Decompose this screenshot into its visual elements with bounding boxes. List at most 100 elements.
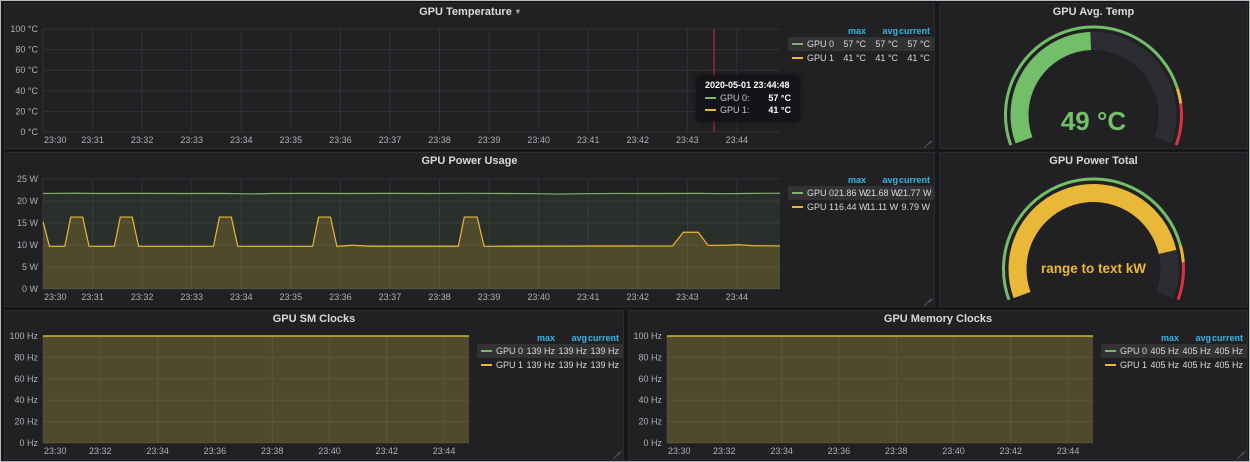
x-axis-tick-label: 23:38 (885, 446, 908, 456)
series-fill-GPU 1 (667, 336, 1093, 443)
x-axis-tick-label: 23:34 (770, 446, 793, 456)
legend-header-row: maxavgcurrent (788, 25, 934, 37)
legend-sort-header[interactable]: avg (1179, 333, 1211, 343)
gauge-threshold-ring (1176, 104, 1181, 146)
legend-series-value: 139 Hz (587, 346, 619, 356)
legend-sort-header[interactable]: avg (866, 26, 898, 36)
legend-series-value: 405 Hz (1179, 360, 1211, 370)
legend-series-name[interactable]: GPU 0 (1120, 346, 1147, 356)
series-color-dash (1105, 350, 1116, 352)
tooltip-row: GPU 1: 41 °C (705, 104, 791, 116)
x-axis-tick-label: 23:38 (428, 135, 451, 145)
y-axis-tick-label: 60 Hz (638, 374, 662, 384)
legend-sort-header[interactable]: avg (555, 333, 587, 343)
y-axis-tick-label: 10 W (17, 240, 39, 250)
gpu-temperature-chart[interactable]: 100 °C80 °C60 °C40 °C20 °C0 °C23:3023:31… (5, 20, 788, 148)
panel-title-gpu-power-total[interactable]: GPU Power Total (940, 153, 1247, 169)
panel-resize-handle[interactable] (613, 449, 621, 457)
tooltip-series-name: GPU 0: (720, 93, 750, 103)
panel-title-gpu-memory-clocks[interactable]: GPU Memory Clocks (629, 311, 1247, 327)
y-axis-tick-label: 20 Hz (14, 417, 38, 427)
legend-series-row[interactable]: GPU 1139 Hz139 Hz139 Hz (477, 358, 623, 372)
legend-series-name[interactable]: GPU 1 (1120, 360, 1147, 370)
x-axis-tick-label: 23:30 (44, 292, 67, 302)
legend-series-name[interactable]: GPU 0 (807, 188, 834, 198)
x-axis-tick-label: 23:32 (89, 446, 112, 456)
legend-series-name[interactable]: GPU 0 (807, 39, 834, 49)
panel-title-gpu-temperature[interactable]: GPU Temperature▾ (5, 4, 934, 20)
legend-sort-header[interactable]: current (1211, 333, 1243, 343)
panel-gpu-avg-temp: GPU Avg. Temp 49 °C (939, 3, 1248, 149)
legend-series-row[interactable]: GPU 0139 Hz139 Hz139 Hz (477, 344, 623, 358)
panel-resize-handle[interactable] (924, 138, 932, 146)
y-axis-tick-label: 5 W (22, 262, 39, 272)
x-axis-tick-label: 23:44 (1057, 446, 1080, 456)
legend-series-value: 139 Hz (523, 360, 555, 370)
legend-series-value: 57 °C (866, 39, 898, 49)
y-axis-tick-label: 25 W (17, 174, 39, 184)
panel-title-text: GPU Power Usage (422, 155, 518, 167)
y-axis-tick-label: 20 °C (15, 106, 38, 116)
legend-series-value: 16.44 W (834, 202, 866, 212)
legend-series-row[interactable]: GPU 141 °C41 °C41 °C (788, 51, 934, 65)
legend-series-value: 21.77 W (898, 188, 930, 198)
series-fill-GPU 1 (43, 336, 469, 443)
legend-series-row[interactable]: GPU 057 °C57 °C57 °C (788, 37, 934, 51)
y-axis-tick-label: 100 °C (10, 24, 38, 34)
legend-sort-header[interactable]: current (898, 175, 930, 185)
panel-gpu-sm-clocks: GPU SM Clocks 100 Hz80 Hz60 Hz40 Hz20 Hz… (4, 310, 624, 460)
panel-title-gpu-avg-temp[interactable]: GPU Avg. Temp (940, 4, 1247, 20)
legend-series-name[interactable]: GPU 0 (496, 346, 523, 356)
y-axis-tick-label: 0 Hz (19, 438, 38, 448)
series-color-dash (792, 206, 803, 208)
y-axis-tick-label: 20 W (17, 196, 39, 206)
legend-series-name[interactable]: GPU 1 (807, 53, 834, 63)
legend-sort-header[interactable]: max (834, 175, 866, 185)
legend-series-value: 405 Hz (1179, 346, 1211, 356)
panel-title-gpu-power-usage[interactable]: GPU Power Usage (5, 153, 934, 169)
legend-series-value: 11.11 W (866, 202, 898, 212)
x-axis-tick-label: 23:38 (261, 446, 284, 456)
tooltip-series-name: GPU 1: (720, 105, 750, 115)
y-axis-tick-label: 0 Hz (643, 438, 662, 448)
legend-series-value: 139 Hz (555, 360, 587, 370)
panel-title-text: GPU Memory Clocks (884, 313, 992, 325)
grafana-dashboard: GPU Temperature▾ 100 °C80 °C60 °C40 °C20… (0, 0, 1250, 462)
x-axis-tick-label: 23:33 (180, 292, 203, 302)
legend-sort-header[interactable]: avg (866, 175, 898, 185)
legend-sort-header[interactable]: current (587, 333, 619, 343)
series-color-dash (792, 192, 803, 194)
legend-sort-header[interactable]: max (834, 26, 866, 36)
legend-series-row[interactable]: GPU 021.86 W21.68 W21.77 W (788, 186, 934, 200)
x-axis-tick-label: 23:43 (676, 135, 699, 145)
gpu-memory-clocks-legend: maxavgcurrentGPU 0405 Hz405 Hz405 HzGPU … (1101, 327, 1247, 459)
gpu-power-usage-chart[interactable]: 25 W20 W15 W10 W5 W0 W23:3023:3123:3223:… (5, 169, 788, 306)
legend-series-name[interactable]: GPU 1 (807, 202, 834, 212)
legend-series-value: 139 Hz (555, 346, 587, 356)
legend-sort-header[interactable]: max (523, 333, 555, 343)
x-axis-tick-label: 23:42 (376, 446, 399, 456)
panel-title-gpu-sm-clocks[interactable]: GPU SM Clocks (5, 311, 623, 327)
legend-series-row[interactable]: GPU 116.44 W11.11 W9.79 W (788, 200, 934, 214)
legend-series-value: 41 °C (866, 53, 898, 63)
gauge-threshold-ring (1177, 89, 1180, 104)
legend-series-value: 405 Hz (1147, 346, 1179, 356)
panel-title-text: GPU Avg. Temp (1053, 6, 1135, 18)
gpu-sm-clocks-chart[interactable]: 100 Hz80 Hz60 Hz40 Hz20 Hz0 Hz23:3023:32… (5, 327, 477, 459)
gauge-value-text: range to text kW (1041, 261, 1146, 276)
legend-sort-header[interactable]: current (898, 26, 930, 36)
legend-series-row[interactable]: GPU 0405 Hz405 Hz405 Hz (1101, 344, 1247, 358)
x-axis-tick-label: 23:38 (428, 292, 451, 302)
legend-series-row[interactable]: GPU 1405 Hz405 Hz405 Hz (1101, 358, 1247, 372)
x-axis-tick-label: 23:35 (280, 292, 303, 302)
legend-series-name[interactable]: GPU 1 (496, 360, 523, 370)
legend-sort-header[interactable]: max (1147, 333, 1179, 343)
y-axis-tick-label: 60 Hz (14, 374, 38, 384)
x-axis-tick-label: 23:32 (713, 446, 736, 456)
tooltip-timestamp: 2020-05-01 23:44:48 (705, 80, 791, 90)
panel-resize-handle[interactable] (924, 296, 932, 304)
panel-resize-handle[interactable] (1237, 449, 1245, 457)
series-color-dash (705, 109, 716, 111)
gpu-memory-clocks-chart[interactable]: 100 Hz80 Hz60 Hz40 Hz20 Hz0 Hz23:3023:32… (629, 327, 1101, 459)
x-axis-tick-label: 23:30 (44, 446, 67, 456)
